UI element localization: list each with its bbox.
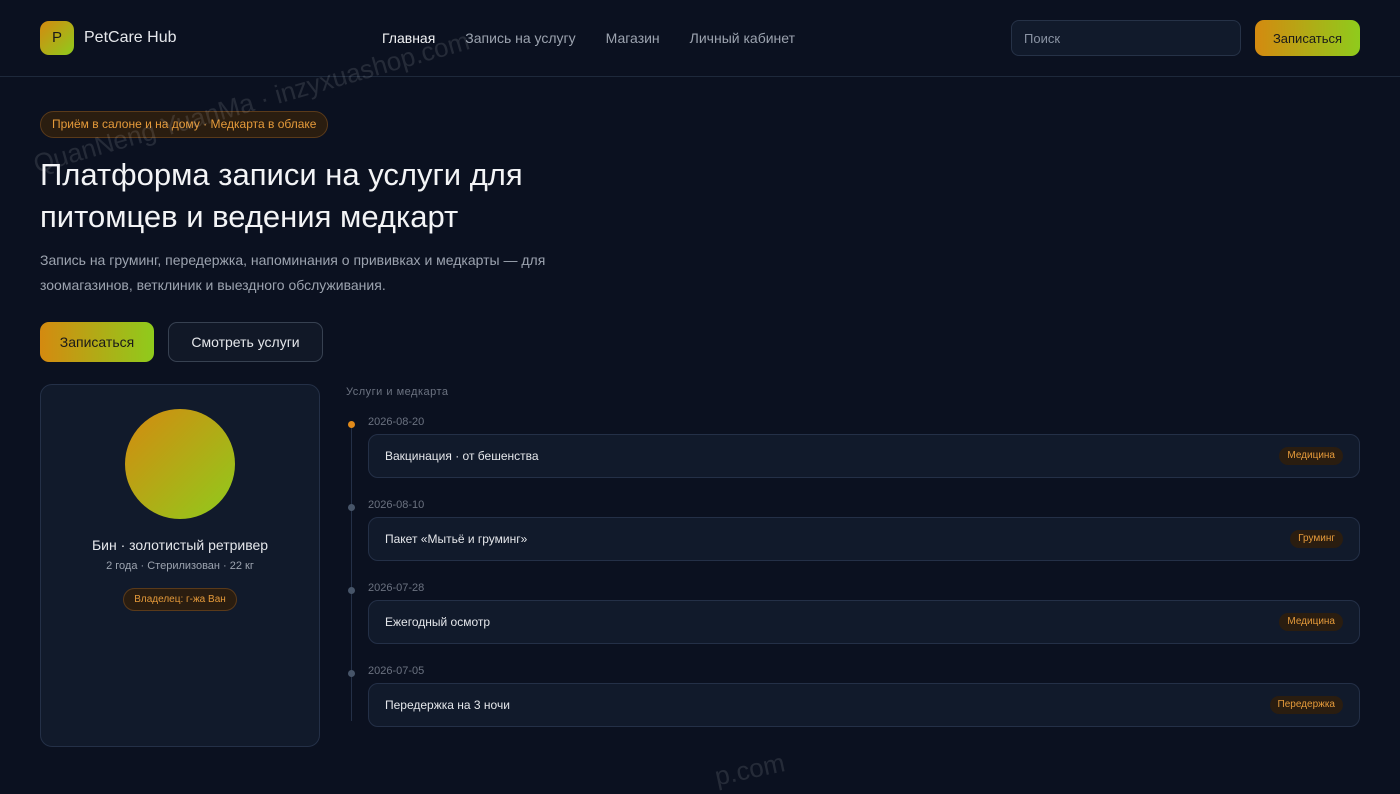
timeline-date: 2026-07-05 <box>368 665 425 677</box>
pet-name: Бин · золотистый ретривер <box>91 537 269 553</box>
timeline-card-title: Ежегодный осмотр <box>385 615 491 629</box>
hero-subtitle: Запись на груминг, передержка, напоминан… <box>40 252 546 293</box>
timeline-date: 2026-08-10 <box>368 499 425 511</box>
pet-profile-card: Бин · золотистый ретривер 2 года · Стери… <box>40 384 320 747</box>
header-book-button[interactable]: Записаться <box>1255 20 1360 56</box>
timeline-card[interactable]: Пакет «Мытьё и груминг» Груминг <box>368 517 1360 561</box>
book-button[interactable]: Записаться <box>40 322 154 362</box>
timeline-item: 2026-08-20 Вакцинация · от бешенства Мед… <box>346 414 1360 486</box>
page-title: Платформа записи на услуги для питомцев … <box>40 157 523 234</box>
category-tag: Груминг <box>1290 530 1343 548</box>
timeline-dot <box>348 587 355 594</box>
pet-meta: 2 года · Стерилизован · 22 кг <box>106 560 254 572</box>
timeline-card-title: Передержка на 3 ночи <box>385 698 510 712</box>
main-nav: Главная Запись на услугу Магазин Личный … <box>382 30 795 46</box>
nav-item-account[interactable]: Личный кабинет <box>690 30 795 46</box>
hero-chip: Приём в салоне и на дому · Медкарта в об… <box>40 111 329 138</box>
timeline-dot <box>348 421 355 428</box>
timeline-item: 2026-08-10 Пакет «Мытьё и груминг» Груми… <box>346 497 1360 569</box>
brand-name[interactable]: PetCare Hub <box>84 29 177 47</box>
top-header: P PetCare Hub Главная Запись на услугу М… <box>0 0 1400 77</box>
nav-item-shop[interactable]: Магазин <box>606 30 660 46</box>
nav-item-booking[interactable]: Запись на услугу <box>465 30 575 46</box>
search-input[interactable] <box>1011 20 1241 56</box>
brand-logo[interactable]: P <box>40 21 74 55</box>
timeline-card-title: Пакет «Мытьё и груминг» <box>385 532 528 546</box>
timeline-card[interactable]: Передержка на 3 ночи Передержка <box>368 683 1360 727</box>
owner-badge: Владелец: г-жа Ван <box>123 588 237 611</box>
nav-item-home[interactable]: Главная <box>382 30 435 46</box>
timeline-dot <box>348 670 355 677</box>
timeline-item: 2026-07-28 Ежегодный осмотр Медицина <box>346 580 1360 652</box>
view-services-button[interactable]: Смотреть услуги <box>168 322 323 362</box>
timeline-date: 2026-07-28 <box>368 582 425 594</box>
category-tag: Передержка <box>1269 696 1343 714</box>
timeline-card-title: Вакцинация · от бешенства <box>385 449 539 463</box>
category-tag: Медицина <box>1279 447 1343 465</box>
timeline-title: Услуги и медкарта <box>346 386 449 398</box>
category-tag: Медицина <box>1279 613 1343 631</box>
watermark-text: p.com <box>712 747 788 792</box>
pet-avatar <box>125 409 235 519</box>
timeline-date: 2026-08-20 <box>368 416 425 428</box>
timeline-dot <box>348 504 355 511</box>
hero-actions: Записаться Смотреть услуги <box>40 322 323 362</box>
timeline-item: 2026-07-05 Передержка на 3 ночи Передерж… <box>346 663 1360 735</box>
timeline-card[interactable]: Ежегодный осмотр Медицина <box>368 600 1360 644</box>
timeline-card[interactable]: Вакцинация · от бешенства Медицина <box>368 434 1360 478</box>
